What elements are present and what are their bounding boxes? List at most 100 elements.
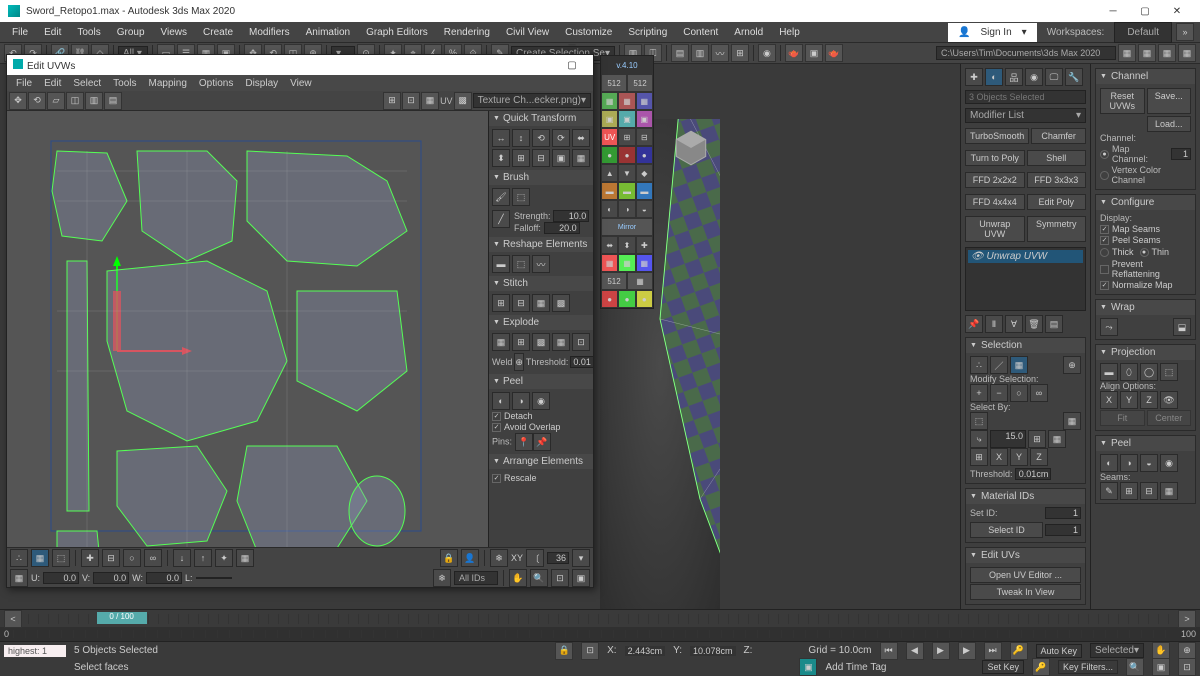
proj-planar-icon[interactable]: ▬ (1100, 363, 1118, 381)
uvw-minimize-button[interactable]: ─ (557, 35, 587, 55)
keyfilter-icon[interactable]: 🔑 (1032, 658, 1050, 676)
menu-edit[interactable]: Edit (38, 25, 67, 40)
time-next-icon[interactable]: > (1178, 610, 1196, 628)
ft-h2[interactable]: ⬍ (618, 236, 635, 254)
sel-plus-icon[interactable]: ⊕ (1063, 356, 1081, 374)
ft-h3[interactable]: ✚ (636, 236, 653, 254)
uvw-zoomregion-icon[interactable]: ▣ (572, 569, 590, 587)
qt4-icon[interactable]: ⟳ (552, 129, 570, 147)
ft-512d[interactable]: ▦ (627, 272, 653, 290)
pl2-icon[interactable]: ◑ (512, 392, 530, 410)
save-channel-button[interactable]: Save... (1147, 88, 1192, 114)
play-icon[interactable]: ▶ (932, 642, 950, 660)
keymode-dropdown[interactable]: Selected▾ (1090, 643, 1144, 658)
uvw-snow-icon[interactable]: ❄ (490, 549, 508, 567)
menu-group[interactable]: Group (111, 25, 151, 40)
show-end-icon[interactable]: Ⅱ (985, 315, 1003, 333)
center-button[interactable]: Center (1147, 410, 1192, 426)
time-ruler[interactable]: 0 / 100 (28, 614, 1172, 624)
maximize-button[interactable]: ▢ (1130, 1, 1160, 21)
uvw-menu-tools[interactable]: Tools (108, 77, 141, 90)
mod-shell-button[interactable]: Shell (1027, 150, 1087, 166)
uvw-allids-dropdown[interactable]: All IDs (454, 571, 498, 585)
uvw-freeform-icon[interactable]: ◫ (66, 92, 84, 110)
ft-512b[interactable]: 512 (627, 74, 653, 92)
peel2-icon[interactable]: ◑ (1120, 454, 1138, 472)
planar-angle-spinner[interactable]: 15.0 (990, 430, 1026, 448)
qt6-icon[interactable]: ⬍ (492, 149, 510, 167)
ft-c2[interactable]: ⊞ (618, 128, 635, 146)
ft-b1[interactable]: ▣ (601, 110, 618, 128)
shrink-icon[interactable]: − (990, 384, 1008, 402)
re1-icon[interactable]: ▬ (492, 255, 510, 273)
menu-grapheditors[interactable]: Graph Editors (360, 25, 434, 40)
ft-f1[interactable]: ▬ (601, 182, 618, 200)
prev-frame-icon[interactable]: ◀ (906, 642, 924, 660)
w-spinner[interactable]: 0.0 (146, 572, 182, 584)
stack-item-unwrap[interactable]: 👁 Unwrap UVW (968, 250, 1083, 263)
close-button[interactable]: ✕ (1162, 1, 1192, 21)
ft-h1[interactable]: ⬌ (601, 236, 618, 254)
angle-icon[interactable]: ⤷ (970, 430, 988, 448)
ft-j2[interactable]: ● (618, 290, 635, 308)
peel4-icon[interactable]: ◉ (1160, 454, 1178, 472)
falloff-spinner[interactable]: 20.0 (544, 222, 580, 234)
uvw-menu-display[interactable]: Display (240, 77, 283, 90)
uvw-menu-view[interactable]: View (285, 77, 317, 90)
track-bar[interactable]: 0 100 (0, 627, 1200, 641)
mod-editpoly-button[interactable]: Edit Poly (1027, 194, 1087, 210)
polytools-floater[interactable]: v.4.10 512512 ▦▦▦ ▣▣▣ UV⊞⊟ ●●● ▲▼◆ ▬▬▬ ◐… (600, 55, 654, 309)
proj-box-icon[interactable]: ⬚ (1160, 363, 1178, 381)
map-seams-check[interactable]: ✓ (1100, 225, 1109, 234)
uvw-menu-file[interactable]: File (11, 77, 37, 90)
workspace-dropdown[interactable]: Default (1114, 22, 1172, 43)
ft-f2[interactable]: ▬ (618, 182, 635, 200)
quick-transform-header[interactable]: ▼Quick Transform (489, 111, 593, 126)
arrange-header[interactable]: ▼Arrange Elements (489, 454, 593, 469)
seam3-icon[interactable]: ⊟ (1140, 482, 1158, 500)
render-setup-icon[interactable]: 🫖 (785, 44, 803, 62)
grow-icon[interactable]: + (970, 384, 988, 402)
nav-zoom-icon[interactable]: 🔍 (1126, 658, 1144, 676)
hierarchy-tab-icon[interactable]: 品 (1005, 68, 1023, 86)
iso-icon[interactable]: ⊡ (581, 642, 599, 660)
vcc-radio[interactable] (1100, 171, 1109, 180)
ring-icon[interactable]: ○ (1010, 384, 1028, 402)
uvw-title-bar[interactable]: Edit UVWs ─▢✕ (7, 55, 593, 75)
seam2-icon[interactable]: ⊞ (1120, 482, 1138, 500)
next-frame-icon[interactable]: ▶ (958, 642, 976, 660)
align-z-button[interactable]: Z (1140, 391, 1158, 409)
menu-file[interactable]: File (6, 25, 34, 40)
nav-arc-icon[interactable]: ⊕ (1178, 642, 1196, 660)
ft-d3[interactable]: ● (636, 146, 653, 164)
ft-g2[interactable]: ◑ (618, 200, 635, 218)
ft-e1[interactable]: ▲ (601, 164, 618, 182)
align-x-button[interactable]: X (1100, 391, 1118, 409)
uvw-snap1-icon[interactable]: ⊡ (402, 92, 420, 110)
uvw-pan-icon[interactable]: ✋ (509, 569, 527, 587)
qt5-icon[interactable]: ⬌ (572, 129, 590, 147)
uvw-rotate-icon[interactable]: ⟲ (28, 92, 46, 110)
re3-icon[interactable]: 〰 (532, 255, 550, 273)
ft-a2[interactable]: ▦ (618, 92, 635, 110)
brush-header[interactable]: ▼Brush (489, 170, 593, 185)
schematic-view-icon[interactable]: ⊞ (731, 44, 749, 62)
uvw-tool1-icon[interactable]: ✚ (81, 549, 99, 567)
uvw-tool5-icon[interactable]: ↓ (173, 549, 191, 567)
project-path-field[interactable]: C:\Users\Tim\Documents\3ds Max 2020 (936, 46, 1116, 60)
motion-tab-icon[interactable]: ◉ (1025, 68, 1043, 86)
pl1-icon[interactable]: ◐ (492, 392, 510, 410)
proj-sphere-icon[interactable]: ◯ (1140, 363, 1158, 381)
select-planar-icon[interactable]: ▦ (1063, 412, 1081, 430)
mod-symmetry-button[interactable]: Symmetry (1027, 216, 1087, 242)
peel1-icon[interactable]: ◐ (1100, 454, 1118, 472)
nav-fov-icon[interactable]: ▣ (1152, 658, 1170, 676)
uvw-so-poly-icon[interactable]: ⬚ (52, 549, 70, 567)
uvw-tool3-icon[interactable]: ○ (123, 549, 141, 567)
material-editor-icon[interactable]: ◉ (758, 44, 776, 62)
axis-x-btn[interactable]: X (990, 448, 1008, 466)
peel-header[interactable]: ▼Peel (489, 374, 593, 389)
uvw-so-edge-icon[interactable]: ▦ (31, 549, 49, 567)
uvw-menu-options[interactable]: Options (194, 77, 238, 90)
key-mode-icon[interactable]: 🔑 (1010, 642, 1028, 660)
